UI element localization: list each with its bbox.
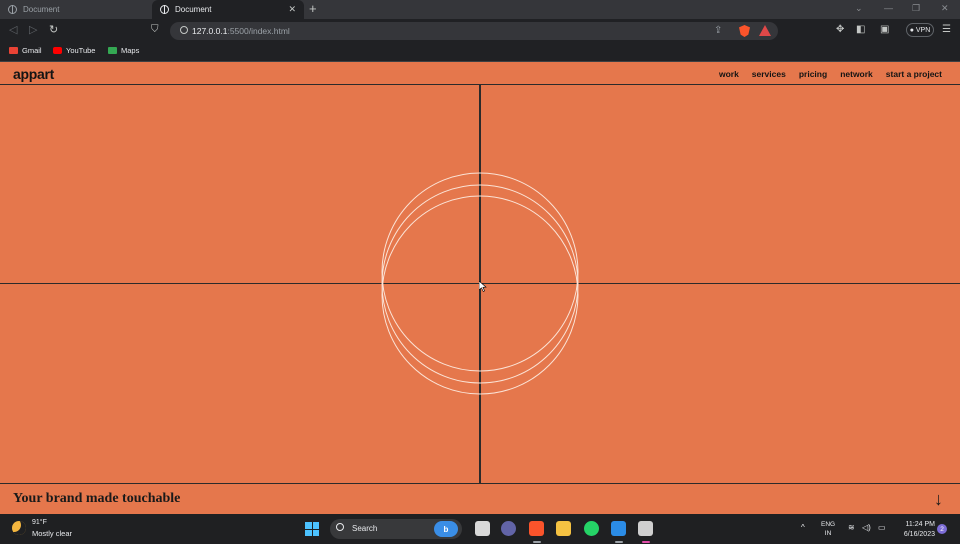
notification-badge[interactable]: 2 bbox=[937, 524, 947, 534]
reload-icon[interactable]: ↻ bbox=[49, 23, 58, 37]
close-tab-icon[interactable]: ✕ bbox=[288, 4, 296, 14]
active-app-indicator bbox=[533, 541, 541, 543]
browser-tab-active[interactable]: Document ✕ bbox=[152, 0, 304, 19]
circle-ring bbox=[381, 195, 579, 395]
active-app-indicator bbox=[642, 541, 650, 543]
forward-icon[interactable]: ▷ bbox=[29, 23, 37, 37]
back-icon[interactable]: ◁ bbox=[9, 23, 17, 37]
maps-icon bbox=[108, 47, 117, 54]
minimize-icon[interactable]: — bbox=[884, 3, 893, 13]
show-hidden-icons-icon[interactable]: ^ bbox=[801, 523, 805, 532]
vscode-icon[interactable] bbox=[611, 521, 626, 536]
extensions-icon[interactable]: ✥ bbox=[836, 24, 844, 35]
bookmark-youtube[interactable]: YouTube bbox=[53, 46, 95, 55]
restore-icon[interactable]: ❐ bbox=[912, 3, 920, 14]
brave-shields-icon[interactable] bbox=[739, 25, 750, 37]
windows-start-icon[interactable] bbox=[305, 522, 319, 536]
share-icon[interactable]: ⇪ bbox=[714, 25, 722, 36]
sidebar-icon[interactable]: ◧ bbox=[856, 24, 865, 35]
info-icon[interactable] bbox=[180, 26, 188, 34]
language-indicator[interactable]: ENG IN bbox=[821, 520, 835, 538]
language-code: ENG bbox=[821, 521, 836, 528]
mouse-cursor-icon bbox=[479, 281, 487, 292]
browser-toolbar: ◁ ▷ ↻ ⛉ 127.0.0.1:5500/index.html ⇪ ✥ ◧ … bbox=[0, 19, 960, 43]
system-clock[interactable]: 11:24 PM 6/16/2023 bbox=[893, 520, 935, 540]
browser-tab-bar: Document Document ✕ + ⌄ — ❐ ✕ bbox=[0, 0, 960, 19]
scroll-down-arrow-icon[interactable]: ↓ bbox=[934, 489, 943, 509]
new-tab-button[interactable]: + bbox=[309, 2, 317, 16]
wallet-icon[interactable]: ▣ bbox=[880, 24, 889, 35]
bookmark-icon[interactable]: ⛉ bbox=[151, 23, 159, 37]
clock-time: 11:24 PM bbox=[905, 521, 935, 528]
bookmark-label: Gmail bbox=[22, 46, 42, 55]
task-view-icon[interactable] bbox=[475, 521, 490, 536]
browser-tab-inactive[interactable]: Document bbox=[0, 0, 150, 19]
page-viewport: appart work services pricing network sta… bbox=[0, 62, 960, 514]
weather-condition[interactable]: Mostly clear bbox=[32, 529, 72, 538]
active-app-indicator bbox=[615, 541, 623, 543]
close-window-icon[interactable]: ✕ bbox=[941, 3, 949, 14]
search-label: Search bbox=[352, 524, 378, 533]
battery-icon[interactable]: ▭ bbox=[878, 523, 886, 532]
bookmark-maps[interactable]: Maps bbox=[108, 46, 139, 55]
file-explorer-icon[interactable] bbox=[556, 521, 571, 536]
tab-title: Document bbox=[23, 5, 60, 14]
wifi-icon[interactable]: ≋ bbox=[848, 523, 855, 532]
url-host: 127.0.0.1 bbox=[192, 26, 228, 36]
taskbar-search[interactable]: Search b bbox=[330, 519, 462, 539]
windows-taskbar: 91°F Mostly clear Search b ^ ENG IN ≋ ◁)… bbox=[0, 514, 960, 544]
search-icon bbox=[336, 523, 344, 531]
gmail-icon bbox=[9, 47, 18, 54]
url-text[interactable]: 127.0.0.1:5500/index.html bbox=[192, 26, 290, 36]
bookmark-label: Maps bbox=[121, 46, 140, 55]
bookmark-gmail[interactable]: Gmail bbox=[9, 46, 42, 55]
circle-ring bbox=[381, 172, 579, 372]
clock-date: 6/16/2023 bbox=[903, 531, 935, 538]
vpn-button[interactable]: ● VPN bbox=[906, 23, 934, 37]
bookmark-label: YouTube bbox=[66, 46, 96, 55]
volume-icon[interactable]: ◁) bbox=[862, 523, 871, 532]
brave-rewards-icon[interactable] bbox=[759, 25, 771, 36]
address-bar[interactable]: 127.0.0.1:5500/index.html ⇪ bbox=[170, 22, 778, 40]
brave-browser-icon[interactable] bbox=[529, 521, 544, 536]
weather-temperature[interactable]: 91°F bbox=[32, 519, 47, 526]
weather-moon-icon[interactable] bbox=[12, 521, 26, 535]
bing-badge-icon[interactable]: b bbox=[434, 521, 458, 537]
globe-icon bbox=[160, 5, 169, 14]
region-code: IN bbox=[824, 530, 832, 537]
hero-tagline: Your brand made touchable bbox=[13, 491, 181, 506]
teams-chat-icon[interactable] bbox=[501, 521, 516, 536]
menu-icon[interactable]: ☰ bbox=[942, 24, 951, 35]
snipping-tool-icon[interactable] bbox=[638, 521, 653, 536]
globe-icon bbox=[8, 5, 17, 14]
tab-title: Document bbox=[175, 5, 212, 14]
bookmarks-bar: Gmail YouTube Maps bbox=[0, 43, 960, 62]
tab-search-icon[interactable]: ⌄ bbox=[855, 3, 863, 14]
url-path: :5500/index.html bbox=[227, 26, 290, 36]
whatsapp-icon[interactable] bbox=[584, 521, 599, 536]
youtube-icon bbox=[53, 47, 62, 54]
